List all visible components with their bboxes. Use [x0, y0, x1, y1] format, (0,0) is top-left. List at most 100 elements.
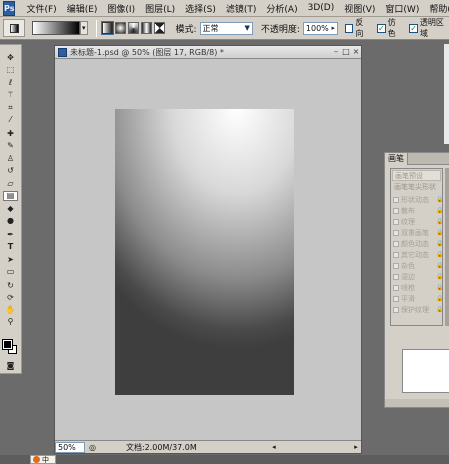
reverse-checkbox[interactable]: [345, 23, 354, 33]
hand-tool-icon[interactable]: ✋: [3, 305, 18, 315]
dither-checkbox[interactable]: ✓: [376, 23, 386, 33]
tab-brush[interactable]: 画笔: [385, 153, 408, 165]
brush-option-row[interactable]: 湿边 🔒: [393, 271, 443, 282]
healing-brush-tool-icon[interactable]: ✚: [3, 129, 18, 139]
linear-gradient-button[interactable]: [101, 22, 114, 34]
type-tool-icon[interactable]: T: [3, 242, 18, 252]
zoom-tool-icon[interactable]: ⚲: [3, 317, 18, 327]
marquee-tool-icon[interactable]: ⬚: [3, 65, 18, 75]
blur-tool-icon[interactable]: ◆: [3, 204, 18, 214]
option-checkbox[interactable]: [393, 240, 399, 247]
lock-icon[interactable]: 🔒: [436, 306, 443, 313]
opacity-value: 100%: [305, 23, 329, 33]
lasso-tool-icon[interactable]: ℓ: [3, 78, 18, 88]
brush-tip-shape-item[interactable]: 画笔笔尖形状: [392, 182, 441, 193]
pen-tool-icon[interactable]: ✒: [3, 230, 18, 240]
brush-option-row[interactable]: 喷枪 🔒: [393, 282, 443, 293]
brush-option-row[interactable]: 杂色 🔒: [393, 260, 443, 271]
brush-option-row[interactable]: 平滑 🔒: [393, 293, 443, 304]
crop-tool-icon[interactable]: ⌗: [3, 103, 18, 113]
option-checkbox[interactable]: [393, 306, 399, 313]
maximize-icon[interactable]: □: [341, 47, 351, 57]
brush-option-row[interactable]: 双重画笔 🔒: [393, 227, 443, 238]
ime-indicator[interactable]: 中: [30, 455, 56, 464]
3d-rotate-tool-icon[interactable]: ↻: [3, 281, 18, 291]
scroll-right-icon[interactable]: ▸: [351, 443, 361, 451]
canvas-area[interactable]: [55, 59, 361, 441]
option-checkbox[interactable]: [393, 262, 399, 269]
brush-option-row[interactable]: 其它动态 🔒: [393, 249, 443, 260]
gradient-preview[interactable]: [32, 21, 80, 35]
document-icon: [58, 47, 67, 57]
option-checkbox[interactable]: [393, 295, 399, 302]
brush-option-row[interactable]: 纹理 🔒: [393, 216, 443, 227]
magic-wand-tool-icon[interactable]: ⚚: [3, 90, 18, 100]
lock-icon[interactable]: 🔒: [436, 262, 443, 269]
move-tool-icon[interactable]: ✥: [3, 53, 18, 63]
brush-option-row[interactable]: 颜色动态 🔒: [393, 238, 443, 249]
gradient-tool-active-icon[interactable]: ▤: [3, 191, 18, 201]
shape-tool-icon[interactable]: ▭: [3, 267, 18, 277]
gradient-canvas[interactable]: [115, 109, 294, 395]
lock-icon[interactable]: 🔒: [436, 218, 443, 225]
option-label: 平滑: [401, 294, 415, 303]
option-checkbox[interactable]: [393, 229, 399, 236]
quick-mask-icon[interactable]: ◙: [3, 361, 18, 371]
dodge-tool-icon[interactable]: ●: [3, 216, 18, 226]
lock-icon[interactable]: 🔒: [436, 240, 443, 247]
zoom-input[interactable]: 50%: [55, 441, 85, 453]
option-checkbox[interactable]: [393, 196, 399, 203]
mode-label: 模式:: [175, 24, 197, 35]
menu-3d[interactable]: 3D(D): [303, 3, 340, 13]
lock-icon[interactable]: 🔒: [436, 229, 443, 236]
eyedropper-tool-icon[interactable]: ⁄: [3, 115, 18, 125]
close-icon[interactable]: ×: [351, 47, 361, 57]
lock-icon[interactable]: 🔒: [436, 196, 443, 203]
option-checkbox[interactable]: [393, 284, 399, 291]
option-checkbox[interactable]: [393, 251, 399, 258]
brush-presets-item[interactable]: 画笔预设: [392, 170, 441, 181]
tool-preset-picker[interactable]: [3, 19, 26, 37]
eraser-tool-icon[interactable]: ▱: [3, 179, 18, 189]
radial-gradient-button[interactable]: [115, 22, 127, 34]
lock-icon[interactable]: 🔒: [436, 207, 443, 214]
scroll-left-icon[interactable]: ◂: [269, 443, 279, 451]
opacity-input[interactable]: 100% ▸: [302, 21, 339, 35]
history-brush-tool-icon[interactable]: ↺: [3, 166, 18, 176]
option-checkbox[interactable]: [393, 218, 399, 225]
menu-help[interactable]: 帮助(H): [424, 2, 449, 15]
lock-icon[interactable]: 🔒: [436, 273, 443, 280]
menu-filter[interactable]: 滤镜(T): [221, 2, 262, 15]
option-label: 喷枪: [401, 283, 415, 292]
lock-icon[interactable]: 🔒: [436, 284, 443, 291]
menu-layer[interactable]: 图层(L): [140, 2, 180, 15]
menu-analysis[interactable]: 分析(A): [261, 2, 302, 15]
brush-tool-icon[interactable]: ✎: [3, 141, 18, 151]
option-checkbox[interactable]: [393, 207, 399, 214]
path-selection-tool-icon[interactable]: ➤: [3, 255, 18, 265]
lock-icon[interactable]: 🔒: [436, 251, 443, 258]
reflected-gradient-button[interactable]: [141, 22, 153, 34]
menu-image[interactable]: 图像(I): [102, 2, 140, 15]
menu-select[interactable]: 选择(S): [180, 2, 221, 15]
mode-select[interactable]: 正常 ▼: [199, 21, 253, 35]
brush-option-row[interactable]: 散布 🔒: [393, 205, 443, 216]
diamond-gradient-button[interactable]: [154, 22, 166, 34]
gradient-picker-arrow-icon[interactable]: ▾: [79, 21, 88, 35]
status-menu-icon[interactable]: ◎: [89, 443, 96, 452]
menu-window[interactable]: 窗口(W): [380, 2, 424, 15]
menu-view[interactable]: 视图(V): [339, 2, 380, 15]
menu-edit[interactable]: 编辑(E): [62, 2, 103, 15]
angle-gradient-button[interactable]: [128, 22, 140, 34]
minimize-icon[interactable]: –: [331, 47, 341, 57]
option-checkbox[interactable]: [393, 273, 399, 280]
lock-icon[interactable]: 🔒: [436, 295, 443, 302]
menu-file[interactable]: 文件(F): [21, 2, 61, 15]
document-titlebar[interactable]: 未标题-1.psd @ 50% (图层 17, RGB/8) * – □ ×: [55, 46, 361, 59]
clone-stamp-tool-icon[interactable]: ♙: [3, 154, 18, 164]
transparency-checkbox[interactable]: ✓: [409, 23, 418, 33]
brush-option-row[interactable]: 形状动态 🔒: [393, 194, 443, 205]
foreground-color-swatch[interactable]: [2, 339, 13, 350]
3d-orbit-tool-icon[interactable]: ⟳: [3, 293, 18, 303]
brush-option-row[interactable]: 保护纹理 🔒: [393, 304, 443, 315]
